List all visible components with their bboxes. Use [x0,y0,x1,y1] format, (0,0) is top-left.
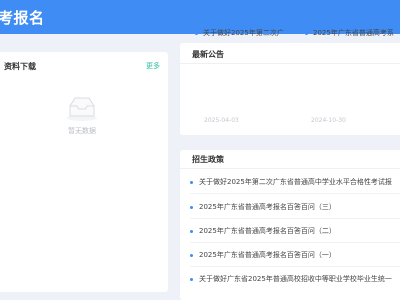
empty-state: 暂无数据 [0,94,168,136]
bullet-dot-icon [305,31,308,35]
policy-item-text[interactable]: 2025年广东省普通高考报名百答百问（二） [199,226,336,236]
notice-date: 2025-04-03 [204,117,239,124]
policy-divider [190,266,400,267]
policy-item[interactable]: 关于做好2025年第二次广东省普通高中学业水平合格性考试报 [190,176,400,188]
notice-title: 最新公告 [192,50,224,59]
bullet-dot-icon [190,253,193,257]
page-title: 考报名 [0,8,45,27]
policy-item[interactable]: 关于做好广东省2025年普通高校招收中等职业学校毕业生统一 [190,273,400,285]
policy-item-text[interactable]: 2025年广东省普通高考报名百答百问（三） [199,202,336,212]
downloads-title: 资料下载 [4,61,36,71]
policy-item[interactable]: 2025年广东省普通高考报名百答百问（二） [190,225,400,237]
notice-item[interactable]: 关于做好2025年第二次广 [195,27,295,39]
more-link[interactable]: 更多 [146,61,160,71]
bullet-dot-icon [190,180,193,184]
policy-divider [180,168,400,169]
empty-box-icon [65,94,99,122]
notice-date: 2024-10-30 [311,117,346,124]
policy-item[interactable]: 2025年广东省普通高考报名百答百问（一） [190,249,400,261]
downloads-card: 资料下载 更多 暂无数据 [0,52,168,292]
policy-item-text[interactable]: 关于做好广东省2025年普通高校招收中等职业学校毕业生统一 [199,274,392,284]
policy-divider [190,242,400,243]
notice-item-text[interactable]: 2025年广东省普通高考系 [313,28,394,38]
bullet-dot-icon [190,277,193,281]
policy-item-text[interactable]: 2025年广东省普通高考报名百答百问（一） [199,250,336,260]
bullet-dot-icon [190,229,193,233]
policy-title: 招生政策 [192,155,224,164]
notice-divider [180,63,400,64]
notice-item[interactable]: 2025年广东省普通高考系 [305,27,400,39]
policy-divider [190,193,400,194]
policy-item-text[interactable]: 关于做好2025年第二次广东省普通高中学业水平合格性考试报 [199,177,392,187]
downloads-header: 资料下载 更多 [4,59,160,73]
bullet-dot-icon [190,205,193,209]
policy-item[interactable]: 2025年广东省普通高考报名百答百问（三） [190,201,400,213]
notice-item-text[interactable]: 关于做好2025年第二次广 [203,28,284,38]
policy-divider [190,218,400,219]
empty-text: 暂无数据 [68,127,96,135]
bullet-dot-icon [195,31,198,35]
